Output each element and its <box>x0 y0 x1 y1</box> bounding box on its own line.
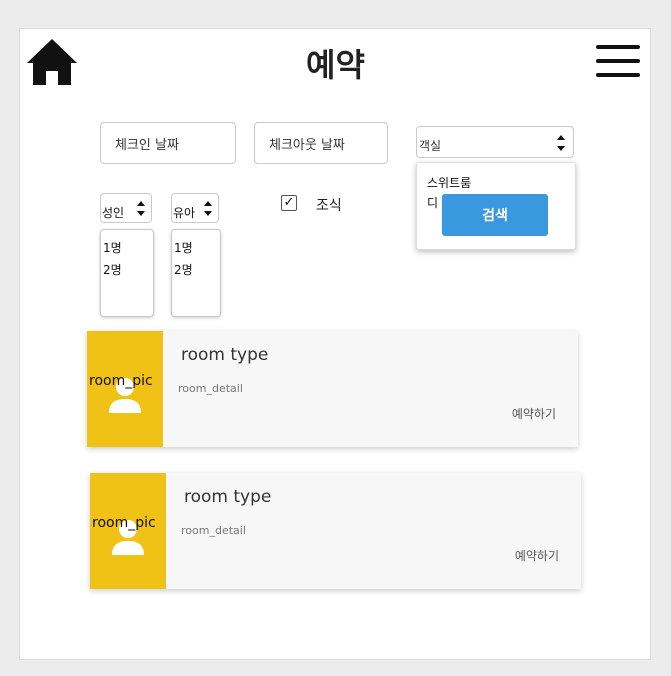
room-type: room type <box>181 345 269 365</box>
room-picture: room_pic <box>90 473 166 589</box>
select-arrows-icon <box>137 201 145 216</box>
reserve-link[interactable]: 예약하기 <box>512 405 556 422</box>
room-detail: room_detail <box>181 524 246 537</box>
room-type-select[interactable]: 객실 <box>416 126 574 158</box>
checkin-date-field[interactable]: 체크인 날짜 <box>100 122 236 164</box>
kids-options-list: 1명 2명 <box>171 229 221 317</box>
room-option[interactable]: 디 <box>427 194 438 211</box>
room-type: room type <box>184 487 272 507</box>
adults-select[interactable]: 성인 <box>100 193 152 223</box>
breakfast-label: 조식 <box>316 198 342 214</box>
checkin-placeholder: 체크인 날짜 <box>115 137 179 153</box>
breakfast-checkbox[interactable]: ✓ <box>281 195 297 211</box>
adults-option[interactable]: 2명 <box>103 261 122 278</box>
room-picture-label: room_pic <box>89 373 153 389</box>
kids-option[interactable]: 2명 <box>174 261 193 278</box>
kids-option[interactable]: 1명 <box>174 239 193 256</box>
room-option[interactable]: 스위트룸 <box>427 174 471 191</box>
room-picture: room_pic <box>87 331 163 447</box>
page-title: 예약 <box>306 46 365 84</box>
room-picture-label: room_pic <box>92 515 156 531</box>
kids-select[interactable]: 유아 <box>171 193 219 223</box>
select-arrows-icon <box>557 135 565 151</box>
reserve-link[interactable]: 예약하기 <box>515 547 559 564</box>
adults-option[interactable]: 1명 <box>103 239 122 256</box>
room-select-value: 객실 <box>419 139 442 153</box>
kids-select-value: 유아 <box>173 206 196 220</box>
checkout-date-field[interactable]: 체크아웃 날짜 <box>254 122 388 164</box>
adults-options-list: 1명 2명 <box>100 229 154 317</box>
hamburger-menu-icon[interactable] <box>596 45 640 77</box>
room-detail: room_detail <box>178 382 243 395</box>
search-button[interactable]: 검색 <box>442 194 548 236</box>
checkout-placeholder: 체크아웃 날짜 <box>269 137 345 153</box>
select-arrows-icon <box>204 201 212 216</box>
room-card[interactable]: room_pic room type room_detail 예약하기 <box>87 331 578 447</box>
adults-select-value: 성인 <box>102 206 125 220</box>
room-card[interactable]: room_pic room type room_detail 예약하기 <box>90 473 581 589</box>
